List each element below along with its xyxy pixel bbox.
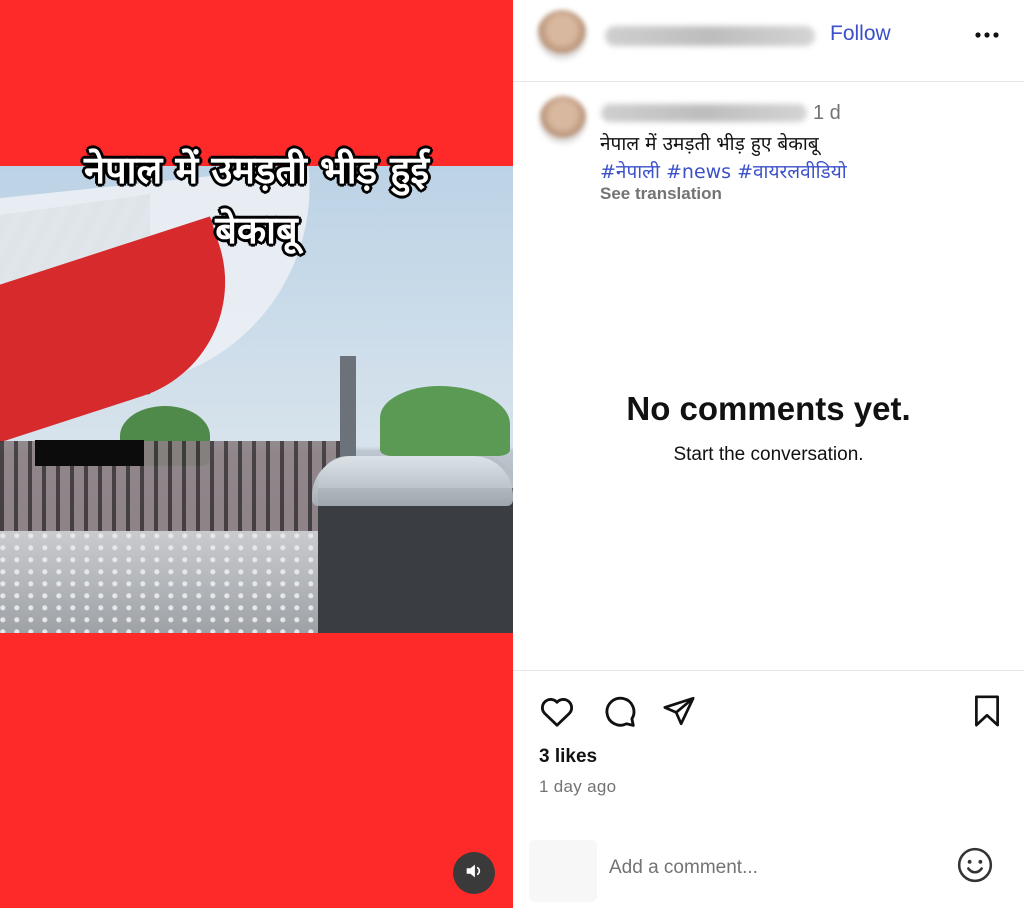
author-username-blurred[interactable] bbox=[605, 26, 815, 46]
hashtag-link[interactable]: #नेपाली bbox=[600, 161, 660, 183]
video-overlay-title: नेपाल में उमड़ती भीड़ हुई बेकाबू bbox=[0, 140, 513, 260]
speaker-icon bbox=[463, 860, 485, 887]
comment-input[interactable] bbox=[609, 850, 929, 886]
bookmark-icon bbox=[972, 694, 1002, 733]
heart-icon bbox=[539, 694, 575, 733]
overlay-title-line1: नेपाल में उमड़ती भीड़ हुई bbox=[83, 148, 430, 192]
post-media[interactable]: नेपाल में उमड़ती भीड़ हुई बेकाबू bbox=[0, 0, 513, 908]
caption-author-avatar[interactable] bbox=[539, 96, 587, 144]
smiley-icon bbox=[956, 846, 994, 889]
more-horizontal-icon bbox=[974, 26, 1000, 44]
video-tower bbox=[340, 356, 356, 466]
empty-comments-subtitle: Start the conversation. bbox=[673, 444, 864, 465]
likes-count[interactable]: 3 likes bbox=[539, 746, 597, 768]
caption-timestamp[interactable]: 1 d bbox=[813, 102, 841, 125]
emoji-button[interactable] bbox=[955, 847, 995, 887]
post-date: 1 day ago bbox=[539, 777, 617, 796]
like-button[interactable] bbox=[537, 693, 577, 733]
viewer-avatar-placeholder bbox=[529, 840, 597, 902]
post-details-panel: Follow 1 d नेपाल में उमड़ती भीड़ हुए बेक… bbox=[513, 0, 1024, 908]
hashtag-link[interactable]: #news bbox=[666, 161, 731, 183]
share-button[interactable] bbox=[659, 693, 699, 733]
caption-hashtags: #नेपाली #news #वायरलवीडियो bbox=[600, 158, 853, 184]
save-button[interactable] bbox=[967, 693, 1007, 733]
post-actions: 3 likes 1 day ago bbox=[513, 670, 1024, 830]
send-icon bbox=[661, 694, 697, 733]
empty-comments-title: No comments yet. bbox=[626, 390, 911, 427]
video-shields bbox=[312, 456, 513, 506]
hashtag-link[interactable]: #वायरलवीडियो bbox=[737, 161, 847, 183]
author-avatar[interactable] bbox=[537, 10, 587, 60]
caption-username-blurred[interactable] bbox=[601, 104, 807, 122]
comment-bubble-icon bbox=[601, 693, 637, 734]
redaction-bar bbox=[35, 440, 144, 466]
post-caption: 1 d नेपाल में उमड़ती भीड़ हुए बेकाबू #ने… bbox=[513, 82, 1024, 222]
comments-empty-state: No comments yet. Start the conversation. bbox=[513, 390, 1024, 466]
more-options-button[interactable] bbox=[974, 22, 1000, 48]
post-header: Follow bbox=[513, 0, 1024, 82]
follow-button[interactable]: Follow bbox=[830, 22, 891, 46]
mute-toggle-button[interactable] bbox=[453, 852, 495, 894]
comment-composer bbox=[513, 830, 1024, 908]
see-translation-link[interactable]: See translation bbox=[600, 184, 722, 204]
caption-text: नेपाल में उमड़ती भीड़ हुए बेकाबू bbox=[600, 133, 819, 155]
comment-button[interactable] bbox=[599, 693, 639, 733]
overlay-title-line2: बेकाबू bbox=[215, 208, 298, 252]
